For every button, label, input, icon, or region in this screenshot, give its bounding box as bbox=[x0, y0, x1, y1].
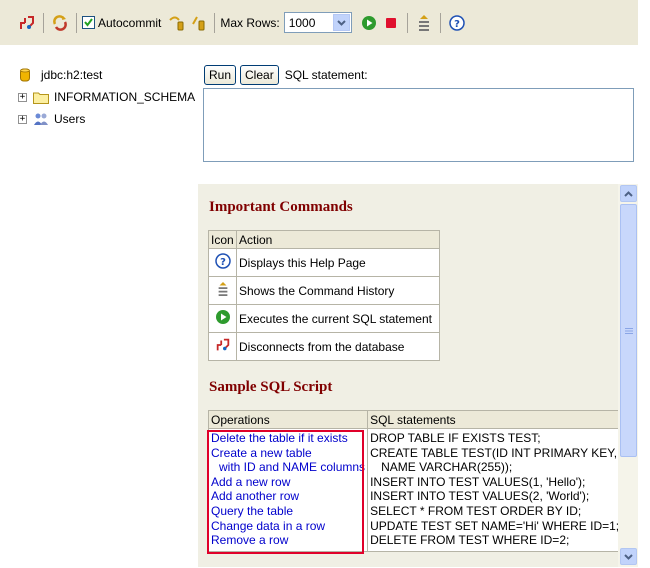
max-rows-select[interactable]: 1000 bbox=[283, 12, 352, 33]
commit-icon[interactable] bbox=[165, 12, 187, 34]
users-icon bbox=[33, 112, 49, 126]
chevron-down-icon[interactable] bbox=[332, 14, 350, 31]
table-row: Disconnects from the database bbox=[208, 332, 440, 361]
operation-link[interactable]: with ID and NAME columns bbox=[211, 460, 365, 475]
operation-link[interactable]: Change data in a row bbox=[211, 519, 365, 534]
connection-label: jdbc:h2:test bbox=[41, 68, 103, 82]
help-icon[interactable]: ? bbox=[446, 12, 468, 34]
query-toolbar: Run Clear SQL statement: bbox=[204, 65, 368, 85]
sql-statement: CREATE TABLE TEST(ID INT PRIMARY KEY, bbox=[370, 445, 618, 460]
history-icon[interactable] bbox=[413, 12, 435, 34]
help-panel: Important Commands Icon Action ? Display… bbox=[198, 184, 623, 567]
statements-list: DROP TABLE IF EXISTS TEST; CREATE TABLE … bbox=[367, 428, 623, 552]
autocommit-toggle[interactable]: Autocommit bbox=[82, 16, 161, 30]
tree-node-label: INFORMATION_SCHEMA bbox=[54, 90, 196, 104]
sample-sql-heading: Sample SQL Script bbox=[209, 379, 333, 395]
sql-input[interactable] bbox=[203, 88, 634, 162]
operation-link[interactable]: Add another row bbox=[211, 489, 365, 504]
folder-icon bbox=[33, 90, 49, 104]
stop-icon[interactable] bbox=[380, 12, 402, 34]
commands-header-action: Action bbox=[236, 230, 440, 249]
expand-icon[interactable]: + bbox=[18, 92, 27, 102]
commands-header-icon: Icon bbox=[208, 230, 237, 249]
command-action: Shows the Command History bbox=[236, 276, 440, 305]
refresh-icon[interactable] bbox=[49, 12, 71, 34]
scroll-down-icon[interactable] bbox=[620, 548, 637, 565]
history-icon bbox=[216, 282, 230, 301]
database-icon bbox=[20, 68, 36, 82]
max-rows-value: 1000 bbox=[288, 15, 316, 30]
scroll-thumb[interactable] bbox=[620, 204, 637, 457]
operation-link[interactable]: Query the table bbox=[211, 504, 365, 519]
vertical-scrollbar[interactable] bbox=[618, 184, 638, 567]
toolbar-separator bbox=[406, 12, 408, 33]
commands-table: Icon Action ? Displays this Help Page Sh… bbox=[208, 230, 440, 361]
sql-statement: DELETE FROM TEST WHERE ID=2; bbox=[370, 533, 570, 548]
help-icon: ? bbox=[214, 253, 231, 272]
schema-tree: jdbc:h2:test + INFORMATION_SCHEMA + User… bbox=[18, 64, 195, 130]
run-icon bbox=[215, 310, 231, 328]
autocommit-checkbox[interactable] bbox=[82, 16, 95, 29]
disconnect-icon bbox=[215, 338, 231, 356]
svg-text:?: ? bbox=[220, 257, 226, 268]
tree-node-information-schema[interactable]: + INFORMATION_SCHEMA bbox=[18, 86, 195, 108]
command-action: Displays this Help Page bbox=[236, 248, 440, 277]
toolbar: Autocommit Max Rows: 1000 ? bbox=[0, 0, 638, 45]
run-button[interactable]: Run bbox=[204, 65, 237, 85]
toolbar-separator bbox=[76, 12, 77, 33]
sql-statement: UPDATE TEST SET NAME='Hi' WHERE ID=1; bbox=[370, 518, 620, 533]
important-commands-heading: Important Commands bbox=[209, 199, 353, 215]
sql-statement: NAME VARCHAR(255)); bbox=[381, 460, 513, 475]
clear-button[interactable]: Clear bbox=[240, 65, 279, 85]
tree-connection[interactable]: jdbc:h2:test bbox=[20, 64, 195, 86]
autocommit-label: Autocommit bbox=[98, 15, 162, 30]
sample-header-operations: Operations bbox=[207, 410, 369, 429]
operation-link[interactable]: Delete the table if it exists bbox=[211, 431, 365, 446]
max-rows-label: Max Rows: bbox=[220, 15, 280, 30]
table-row: ? Displays this Help Page bbox=[208, 248, 440, 277]
disconnect-icon[interactable] bbox=[16, 12, 38, 34]
expand-icon[interactable]: + bbox=[18, 114, 27, 124]
toolbar-separator bbox=[43, 12, 44, 33]
sql-statement: INSERT INTO TEST VALUES(2, 'World'); bbox=[370, 489, 590, 504]
table-row: Executes the current SQL statement bbox=[208, 304, 440, 333]
sql-statement: SELECT * FROM TEST ORDER BY ID; bbox=[370, 503, 582, 518]
sql-statement-label: SQL statement: bbox=[284, 68, 368, 82]
run-icon[interactable] bbox=[358, 12, 380, 34]
scroll-up-icon[interactable] bbox=[620, 185, 637, 202]
toolbar-separator bbox=[214, 12, 216, 33]
sql-statement: INSERT INTO TEST VALUES(1, 'Hello'); bbox=[370, 474, 586, 489]
sql-statement: DROP TABLE IF EXISTS TEST; bbox=[370, 431, 541, 445]
command-action: Disconnects from the database bbox=[236, 332, 440, 361]
operation-link[interactable]: Create a new table bbox=[211, 446, 365, 461]
rollback-icon[interactable] bbox=[187, 12, 209, 34]
sample-header-statements: SQL statements bbox=[367, 410, 623, 429]
sample-script-table: Operations SQL statements Delete the tab… bbox=[207, 410, 623, 552]
svg-text:?: ? bbox=[454, 19, 460, 30]
command-action: Executes the current SQL statement bbox=[236, 304, 440, 333]
operations-list: Delete the table if it exists Create a n… bbox=[207, 428, 369, 552]
tree-node-users[interactable]: + Users bbox=[18, 108, 195, 130]
operation-link[interactable]: Remove a row bbox=[211, 533, 365, 548]
tree-node-label: Users bbox=[54, 112, 86, 126]
operation-link[interactable]: Add a new row bbox=[211, 475, 365, 490]
table-row: Shows the Command History bbox=[208, 276, 440, 305]
toolbar-separator bbox=[439, 12, 441, 33]
